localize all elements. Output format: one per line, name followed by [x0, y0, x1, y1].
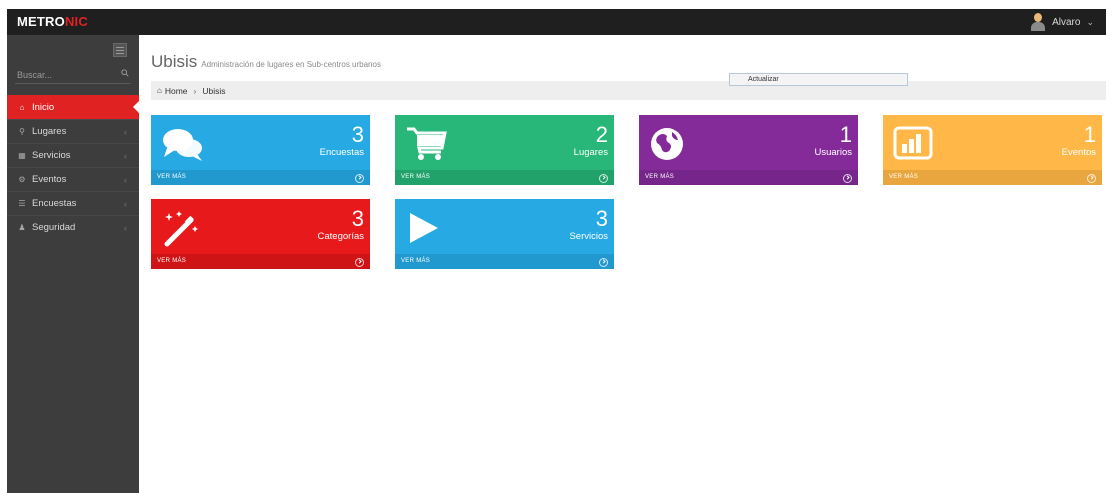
- breadcrumb-current[interactable]: Ubisis: [202, 86, 225, 96]
- arrow-circle-right-icon: [355, 258, 364, 267]
- stat-tile-lugares[interactable]: 2 Lugares VER MÁS: [395, 115, 614, 185]
- arrow-circle-right-icon: [1087, 174, 1096, 183]
- search-icon[interactable]: [121, 69, 129, 77]
- breadcrumb-separator: ›: [193, 85, 197, 96]
- sidebar-item-lugares[interactable]: ⚲ Lugares ‹: [7, 119, 139, 143]
- tile-label: Usuarios: [814, 147, 853, 158]
- view-more-link[interactable]: VER MÁS: [151, 254, 370, 269]
- sidebar-menu: ⌂ Inicio ⚲ Lugares ‹ ▦ Servicios ‹ ⚙ Eventos ‹ ☰ Enc…: [7, 95, 139, 239]
- chart-icon: ▦: [18, 151, 26, 160]
- view-more-label: VER MÁS: [157, 174, 187, 180]
- stat-tile-categorias[interactable]: 3 Categorías VER MÁS: [151, 199, 370, 269]
- avatar: [1030, 13, 1046, 31]
- stat-tile-encuestas[interactable]: 3 Encuestas VER MÁS: [151, 115, 370, 185]
- sidebar-item-encuestas[interactable]: ☰ Encuestas ‹: [7, 191, 139, 215]
- tile-count: 1: [839, 122, 852, 147]
- shopping-cart-icon: [405, 126, 447, 167]
- arrow-circle-right-icon: [599, 258, 608, 267]
- sidebar: ⌂ Inicio ⚲ Lugares ‹ ▦ Servicios ‹ ⚙ Eventos ‹ ☰ Enc…: [7, 35, 139, 493]
- stat-tile-eventos[interactable]: 1 Eventos VER MÁS: [883, 115, 1102, 185]
- arrow-circle-right-icon: [355, 174, 364, 183]
- view-more-label: VER MÁS: [889, 174, 919, 180]
- sidebar-item-eventos[interactable]: ⚙ Eventos ‹: [7, 167, 139, 191]
- page-title-text: Ubisis: [151, 52, 198, 71]
- gear-icon: ⚙: [18, 175, 26, 184]
- chevron-down-icon: ⌄: [1086, 16, 1094, 27]
- home-icon: ⌂: [19, 102, 25, 112]
- view-more-label: VER MÁS: [401, 258, 431, 264]
- page-title: Ubisis Administración de lugares en Sub-…: [151, 52, 381, 72]
- sidebar-item-label: Encuestas: [32, 198, 77, 209]
- view-more-link[interactable]: VER MÁS: [395, 254, 614, 269]
- breadcrumb-home-link[interactable]: Home: [165, 86, 188, 96]
- tile-label: Servicios: [569, 231, 608, 242]
- view-more-link[interactable]: VER MÁS: [395, 170, 614, 185]
- sidebar-item-seguridad[interactable]: ♟ Seguridad ‹: [7, 215, 139, 239]
- sidebar-item-label: Eventos: [32, 174, 67, 185]
- sidebar-item-label: Inicio: [32, 101, 55, 113]
- brand-logo[interactable]: METRONIC: [17, 14, 88, 29]
- sidebar-item-inicio[interactable]: ⌂ Inicio: [7, 95, 139, 119]
- logo-text-nic: NIC: [64, 14, 88, 29]
- sidebar-item-label: Servicios: [32, 150, 71, 161]
- view-more-link[interactable]: VER MÁS: [151, 170, 370, 185]
- arrow-circle-right-icon: [843, 174, 852, 183]
- view-more-label: VER MÁS: [401, 174, 431, 180]
- play-icon: [405, 210, 441, 251]
- sidebar-item-servicios[interactable]: ▦ Servicios ‹: [7, 143, 139, 167]
- magic-wand-icon: [161, 210, 201, 253]
- tile-count: 3: [351, 206, 364, 231]
- home-icon: ⌂: [157, 86, 162, 95]
- stat-tile-servicios[interactable]: 3 Servicios VER MÁS: [395, 199, 614, 269]
- chevron-left-icon: ‹: [124, 174, 127, 185]
- view-more-label: VER MÁS: [157, 258, 187, 264]
- sidebar-item-label: Seguridad: [32, 222, 76, 233]
- tile-label: Lugares: [573, 147, 608, 158]
- globe-icon: [649, 126, 685, 167]
- arrow-circle-right-icon: [599, 174, 608, 183]
- search-input[interactable]: [15, 68, 115, 82]
- user-menu[interactable]: Alvaro ⌄: [1030, 12, 1094, 32]
- chevron-left-icon: ‹: [124, 126, 127, 137]
- list-icon: ☰: [18, 199, 26, 208]
- comments-icon: [161, 126, 205, 169]
- view-more-label: VER MÁS: [645, 174, 675, 180]
- map-pin-icon: ⚲: [19, 127, 25, 136]
- tile-label: Categorías: [317, 231, 364, 242]
- sidebar-item-label: Lugares: [32, 126, 67, 137]
- sidebar-search: [15, 65, 131, 84]
- update-button[interactable]: Actualizar: [729, 73, 908, 86]
- chevron-left-icon: ‹: [124, 150, 127, 161]
- view-more-link[interactable]: VER MÁS: [883, 170, 1102, 185]
- logo-text-metro: METRO: [17, 14, 65, 29]
- tile-count: 3: [351, 122, 364, 147]
- user-icon: ♟: [18, 223, 26, 232]
- chevron-left-icon: ‹: [124, 222, 127, 233]
- chevron-left-icon: ‹: [124, 198, 127, 209]
- tile-count: 1: [1083, 122, 1096, 147]
- sidebar-toggle-button[interactable]: [113, 43, 127, 57]
- user-name: Alvaro: [1052, 16, 1081, 28]
- stat-tile-usuarios[interactable]: 1 Usuarios VER MÁS: [639, 115, 858, 185]
- tile-count: 2: [595, 122, 608, 147]
- breadcrumb: ⌂ Home › Ubisis: [151, 81, 1106, 100]
- tile-label: Eventos: [1061, 147, 1096, 158]
- tile-label: Encuestas: [319, 147, 364, 158]
- view-more-link[interactable]: VER MÁS: [639, 170, 858, 185]
- tile-count: 3: [595, 206, 608, 231]
- top-header-bar: METRONIC Alvaro ⌄: [7, 9, 1106, 35]
- bar-chart-icon: [893, 126, 933, 165]
- page-subtitle: Administración de lugares en Sub-centros…: [201, 60, 381, 69]
